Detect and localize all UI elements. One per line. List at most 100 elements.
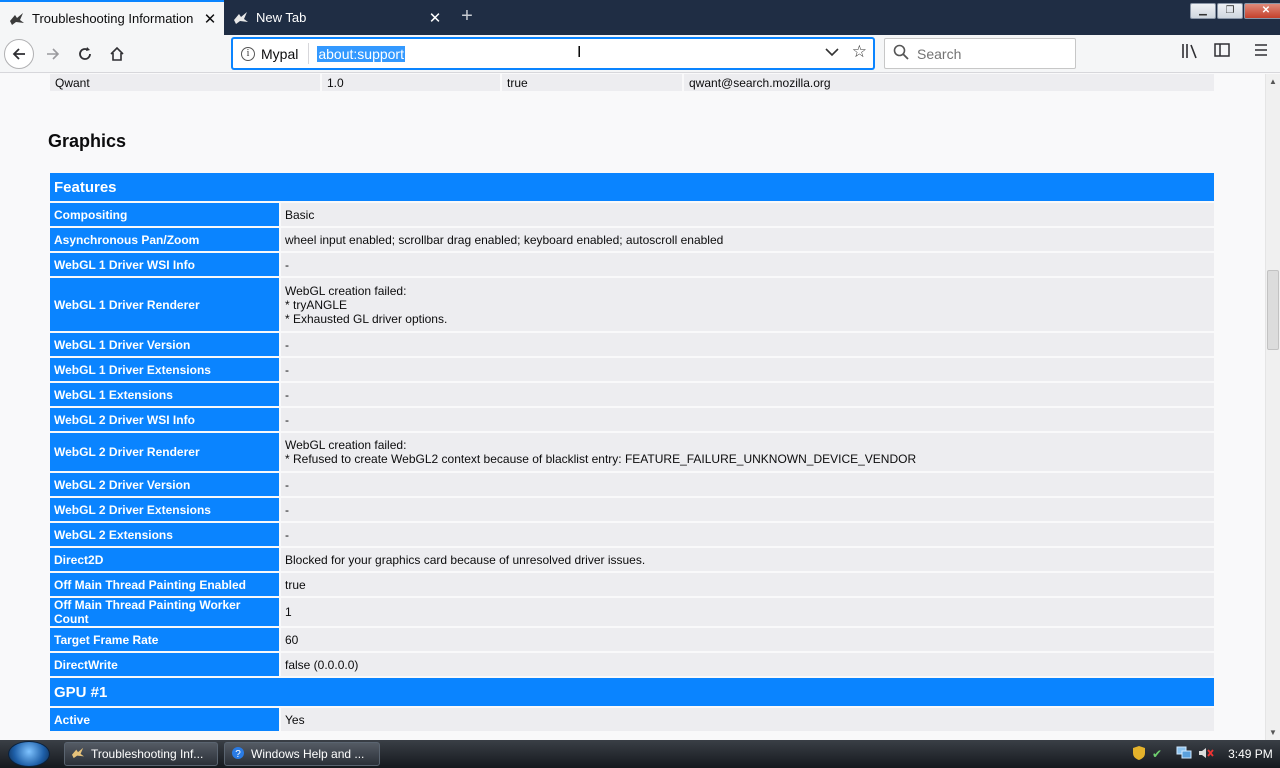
- clock: 3:49 PM: [1228, 747, 1273, 761]
- row-key: Asynchronous Pan/Zoom: [50, 228, 279, 251]
- tab-close-icon[interactable]: ✕: [425, 9, 445, 27]
- taskbar-item-label: Windows Help and ...: [251, 747, 365, 761]
- scroll-up-arrow-icon[interactable]: ▲: [1269, 77, 1277, 86]
- reload-icon[interactable]: [70, 39, 100, 69]
- row-value-line: -: [285, 527, 289, 542]
- row-key: Direct2D: [50, 548, 279, 571]
- row-value: 1: [281, 598, 1214, 626]
- window-close-icon[interactable]: ✕: [1244, 3, 1280, 19]
- system-tray: ✔ 3:49 PM: [1132, 740, 1273, 768]
- tab-troubleshooting[interactable]: Troubleshooting Information ✕: [0, 0, 224, 35]
- row-key: WebGL 2 Driver WSI Info: [50, 408, 279, 431]
- row-key: Off Main Thread Painting Enabled: [50, 573, 279, 596]
- table-row: WebGL 2 Driver Renderer WebGL creation fa…: [50, 433, 1214, 471]
- table-section-header: GPU #1: [50, 678, 1214, 706]
- minimize-icon[interactable]: ▁: [1190, 3, 1216, 19]
- checkmark-icon[interactable]: ✔: [1152, 747, 1162, 761]
- help-icon: ?: [231, 746, 245, 763]
- library-icon[interactable]: [1178, 43, 1202, 64]
- taskbar-item-troubleshooting[interactable]: Troubleshooting Inf...: [64, 742, 218, 766]
- mypal-favicon-icon: [9, 11, 25, 27]
- hamburger-menu-icon[interactable]: [1249, 43, 1273, 62]
- row-value: false (0.0.0.0): [281, 653, 1214, 676]
- row-key: WebGL 2 Driver Version: [50, 473, 279, 496]
- url-text[interactable]: about:support: [317, 45, 405, 62]
- search-input[interactable]: Search: [884, 38, 1076, 69]
- table-row: WebGL 2 Driver WSI Info -: [50, 408, 1214, 431]
- graphics-table: Features Compositing Basic Asynchronous Pan…: [48, 171, 1216, 733]
- row-value: -: [281, 383, 1214, 406]
- browser-window: Troubleshooting Information ✕ New Tab ✕ …: [0, 0, 1280, 740]
- table-row: Target Frame Rate 60: [50, 628, 1214, 651]
- forward-arrow-icon[interactable]: [38, 39, 68, 69]
- table-row: Off Main Thread Painting Enabled true: [50, 573, 1214, 596]
- table-cell: 1.0: [322, 74, 500, 91]
- row-key: WebGL 1 Driver Version: [50, 333, 279, 356]
- table-row: Active Yes: [50, 708, 1214, 731]
- row-key: WebGL 1 Extensions: [50, 383, 279, 406]
- row-value-line: -: [285, 477, 289, 492]
- tab-new-tab[interactable]: New Tab ✕: [224, 0, 449, 35]
- row-value: -: [281, 253, 1214, 276]
- bookmark-star-icon[interactable]: ☆: [852, 42, 867, 62]
- url-bar[interactable]: i Mypal about:support I ☆: [232, 38, 874, 69]
- row-key: WebGL 2 Driver Renderer: [50, 433, 279, 471]
- row-value-line: -: [285, 502, 289, 517]
- table-row: WebGL 2 Extensions -: [50, 523, 1214, 546]
- row-value-line: WebGL creation failed:: [285, 438, 407, 452]
- restore-icon[interactable]: ❐: [1217, 3, 1243, 19]
- row-value: wheel input enabled; scrollbar drag enab…: [281, 228, 1214, 251]
- row-value: Basic: [281, 203, 1214, 226]
- vertical-scrollbar[interactable]: ▲ ▼: [1265, 74, 1280, 740]
- search-icon: [893, 44, 909, 64]
- scroll-down-arrow-icon[interactable]: ▼: [1269, 728, 1277, 737]
- row-key: WebGL 1 Driver Extensions: [50, 358, 279, 381]
- sidebar-icon[interactable]: [1210, 43, 1234, 62]
- search-engines-table-tail: Qwant 1.0 true qwant@search.mozilla.org: [48, 74, 1216, 91]
- table-row: WebGL 1 Driver Extensions -: [50, 358, 1214, 381]
- volume-muted-icon[interactable]: [1198, 746, 1214, 763]
- network-icon[interactable]: [1176, 746, 1192, 763]
- row-value: -: [281, 408, 1214, 431]
- table-cell: true: [502, 74, 682, 91]
- table-section-header: Features: [50, 173, 1214, 201]
- row-value-line: -: [285, 257, 289, 272]
- row-key: DirectWrite: [50, 653, 279, 676]
- windows-taskbar: Troubleshooting Inf... ? Windows Help an…: [0, 740, 1280, 768]
- new-tab-plus-icon[interactable]: +: [455, 4, 479, 28]
- row-value-line: WebGL creation failed:: [285, 283, 407, 298]
- table-row: WebGL 2 Driver Extensions -: [50, 498, 1214, 521]
- tab-close-icon[interactable]: ✕: [200, 10, 220, 28]
- back-arrow-icon[interactable]: [4, 39, 34, 69]
- navigation-toolbar: i Mypal about:support I ☆ Search: [0, 35, 1280, 73]
- tab-strip: Troubleshooting Information ✕ New Tab ✕ …: [0, 0, 1280, 35]
- chevron-down-icon[interactable]: [825, 44, 839, 60]
- section-header-label: Features: [50, 173, 1214, 201]
- table-cell: Qwant: [50, 74, 320, 91]
- row-key: Compositing: [50, 203, 279, 226]
- row-key: WebGL 2 Driver Extensions: [50, 498, 279, 521]
- table-row: Compositing Basic: [50, 203, 1214, 226]
- scrollbar-thumb[interactable]: [1267, 270, 1279, 350]
- table-cell: qwant@search.mozilla.org: [684, 74, 1214, 91]
- row-value: -: [281, 473, 1214, 496]
- security-shield-icon[interactable]: [1132, 745, 1146, 764]
- taskbar-item-windows-help[interactable]: ? Windows Help and ...: [224, 742, 380, 766]
- row-value: -: [281, 523, 1214, 546]
- row-value-line: Blocked for your graphics card because o…: [285, 552, 646, 567]
- table-row: DirectWrite false (0.0.0.0): [50, 653, 1214, 676]
- row-value: WebGL creation failed: * tryANGLE * Exhaus…: [281, 278, 1214, 331]
- row-value-line: * tryANGLE: [285, 297, 348, 312]
- row-value-line: true: [285, 577, 306, 592]
- row-value: -: [281, 333, 1214, 356]
- row-value-line: false (0.0.0.0): [285, 657, 359, 672]
- table-row: WebGL 1 Extensions -: [50, 383, 1214, 406]
- row-value-line: -: [285, 337, 289, 352]
- table-row: WebGL 1 Driver Renderer WebGL creation fa…: [50, 278, 1214, 331]
- tab-title: New Tab: [256, 10, 307, 25]
- start-button-icon[interactable]: [8, 741, 50, 767]
- row-value: -: [281, 358, 1214, 381]
- home-icon[interactable]: [102, 39, 132, 69]
- row-value-line: Basic: [285, 207, 315, 222]
- site-identity-button[interactable]: i Mypal: [233, 43, 310, 64]
